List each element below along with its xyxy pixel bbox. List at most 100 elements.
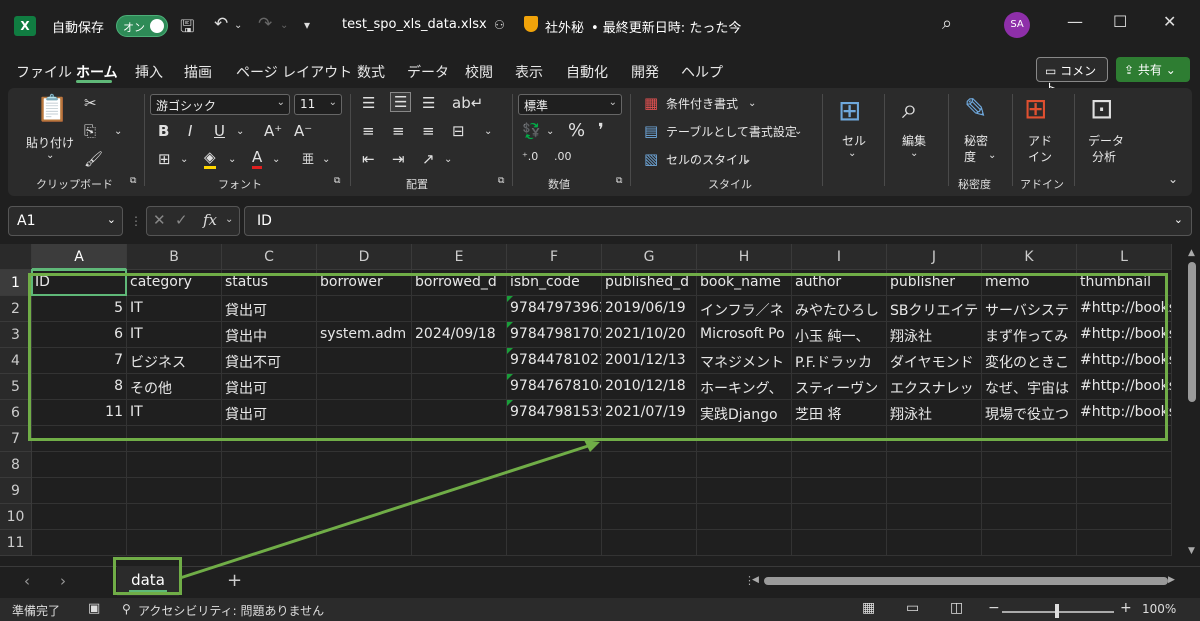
- comment-button[interactable]: ▭ コメント: [1036, 57, 1108, 95]
- cell-i7[interactable]: [792, 426, 887, 452]
- column-header-h[interactable]: H: [697, 244, 792, 270]
- cell-a10[interactable]: [32, 504, 127, 530]
- cell-g7[interactable]: [602, 426, 697, 452]
- undo-dropdown-icon[interactable]: ⌄: [234, 20, 242, 31]
- cell-g10[interactable]: [602, 504, 697, 530]
- insert-function-icon[interactable]: fx: [203, 211, 217, 229]
- increase-font-icon[interactable]: A⁺: [264, 122, 282, 140]
- cell-i3[interactable]: 小玉 純一、: [792, 322, 887, 348]
- phonetic-icon[interactable]: 亜: [302, 150, 314, 167]
- align-top-icon[interactable]: ☰: [362, 94, 375, 112]
- cell-h9[interactable]: [697, 478, 792, 504]
- cell-b6[interactable]: IT: [127, 400, 222, 426]
- cell-c6[interactable]: 貸出可: [222, 400, 317, 426]
- cell-c10[interactable]: [222, 504, 317, 530]
- cell-c3[interactable]: 貸出中: [222, 322, 317, 348]
- column-header-g[interactable]: G: [602, 244, 697, 270]
- zoom-in-icon[interactable]: +: [1120, 600, 1132, 616]
- column-header-l[interactable]: L: [1077, 244, 1172, 270]
- cell-b10[interactable]: [127, 504, 222, 530]
- increase-indent-icon[interactable]: ⇥: [392, 150, 405, 168]
- cell-styles-button[interactable]: セルのスタイル: [666, 151, 750, 168]
- cell-d11[interactable]: [317, 530, 412, 556]
- cells-dropdown-icon[interactable]: ⌄: [848, 148, 856, 159]
- autosave-toggle[interactable]: オン: [116, 15, 168, 37]
- cell-c7[interactable]: [222, 426, 317, 452]
- cell-l2[interactable]: #http://books: [1077, 296, 1172, 322]
- currency-dropdown-icon[interactable]: ⌄: [546, 126, 554, 137]
- cell-k1[interactable]: memo: [982, 270, 1077, 296]
- cell-i6[interactable]: 芝田 将: [792, 400, 887, 426]
- cell-h11[interactable]: [697, 530, 792, 556]
- cell-k8[interactable]: [982, 452, 1077, 478]
- paste-dropdown-icon[interactable]: ⌄: [46, 150, 54, 161]
- fill-color-icon[interactable]: ◈: [204, 148, 216, 169]
- cell-g3[interactable]: 2021/10/20: [602, 322, 697, 348]
- row-header-11[interactable]: 11: [0, 530, 32, 556]
- redo-dropdown-icon[interactable]: ⌄: [280, 20, 288, 31]
- column-header-k[interactable]: K: [982, 244, 1077, 270]
- cell-b2[interactable]: IT: [127, 296, 222, 322]
- cell-b5[interactable]: その他: [127, 374, 222, 400]
- cell-styles-icon[interactable]: ▧: [644, 150, 658, 168]
- cell-e7[interactable]: [412, 426, 507, 452]
- cell-j11[interactable]: [887, 530, 982, 556]
- addins-label-line2[interactable]: イン: [1028, 148, 1052, 165]
- conditional-format-dropdown-icon[interactable]: ⌄: [748, 98, 756, 109]
- cell-i10[interactable]: [792, 504, 887, 530]
- function-dropdown-icon[interactable]: ⌄: [225, 214, 233, 225]
- cell-h6[interactable]: 実践Django: [697, 400, 792, 426]
- tab-insert[interactable]: 挿入: [135, 62, 163, 82]
- cell-e10[interactable]: [412, 504, 507, 530]
- cell-g5[interactable]: 2010/12/18: [602, 374, 697, 400]
- cell-a7[interactable]: [32, 426, 127, 452]
- cell-h4[interactable]: マネジメント: [697, 348, 792, 374]
- minimize-icon[interactable]: —: [1067, 12, 1083, 31]
- row-header-1[interactable]: 1: [0, 270, 32, 296]
- prev-sheet-icon[interactable]: ‹: [24, 572, 30, 590]
- enter-icon[interactable]: ✓: [175, 211, 188, 229]
- cell-l5[interactable]: #http://books: [1077, 374, 1172, 400]
- clipboard-launcher-icon[interactable]: ⧉: [130, 176, 136, 186]
- cut-icon[interactable]: ✂: [84, 94, 97, 112]
- cell-a3[interactable]: 6: [32, 322, 127, 348]
- row-header-6[interactable]: 6: [0, 400, 32, 426]
- format-as-table-dropdown-icon[interactable]: ⌄: [794, 126, 802, 137]
- decrease-decimal-icon[interactable]: .00: [554, 150, 572, 163]
- orientation-dropdown-icon[interactable]: ⌄: [444, 154, 452, 165]
- search-icon[interactable]: ⌕: [942, 13, 952, 34]
- cell-a8[interactable]: [32, 452, 127, 478]
- cell-j7[interactable]: [887, 426, 982, 452]
- cell-i8[interactable]: [792, 452, 887, 478]
- select-all-corner[interactable]: [0, 244, 32, 270]
- cell-d8[interactable]: [317, 452, 412, 478]
- cell-k5[interactable]: なぜ、宇宙は: [982, 374, 1077, 400]
- cell-c11[interactable]: [222, 530, 317, 556]
- sensitivity-icon[interactable]: ✎: [964, 92, 987, 125]
- cell-g9[interactable]: [602, 478, 697, 504]
- cell-k3[interactable]: まず作ってみ: [982, 322, 1077, 348]
- accessibility-status[interactable]: アクセシビリティ: 問題ありません: [138, 602, 324, 619]
- column-header-a[interactable]: A: [32, 244, 127, 270]
- cell-f11[interactable]: [507, 530, 602, 556]
- cell-d9[interactable]: [317, 478, 412, 504]
- cell-f2[interactable]: 97847973962: [507, 296, 602, 322]
- decrease-font-icon[interactable]: A⁻: [294, 122, 312, 140]
- addins-icon[interactable]: ⊞: [1024, 92, 1047, 125]
- tab-automate[interactable]: 自動化: [566, 62, 608, 82]
- cell-c5[interactable]: 貸出可: [222, 374, 317, 400]
- cell-j10[interactable]: [887, 504, 982, 530]
- cell-d6[interactable]: [317, 400, 412, 426]
- page-break-view-icon[interactable]: ◫: [950, 600, 963, 616]
- row-header-7[interactable]: 7: [0, 426, 32, 452]
- tab-page-layout[interactable]: ページ レイアウト: [236, 62, 352, 82]
- currency-icon[interactable]: 💱: [522, 122, 541, 140]
- cell-e8[interactable]: [412, 452, 507, 478]
- cell-i2[interactable]: みやたひろし: [792, 296, 887, 322]
- cell-f7[interactable]: [507, 426, 602, 452]
- cell-l7[interactable]: [1077, 426, 1172, 452]
- font-launcher-icon[interactable]: ⧉: [334, 176, 340, 186]
- cell-e1[interactable]: borrowed_d: [412, 270, 507, 296]
- cells-label[interactable]: セル: [842, 132, 866, 149]
- scroll-left-icon[interactable]: ◀: [752, 575, 759, 585]
